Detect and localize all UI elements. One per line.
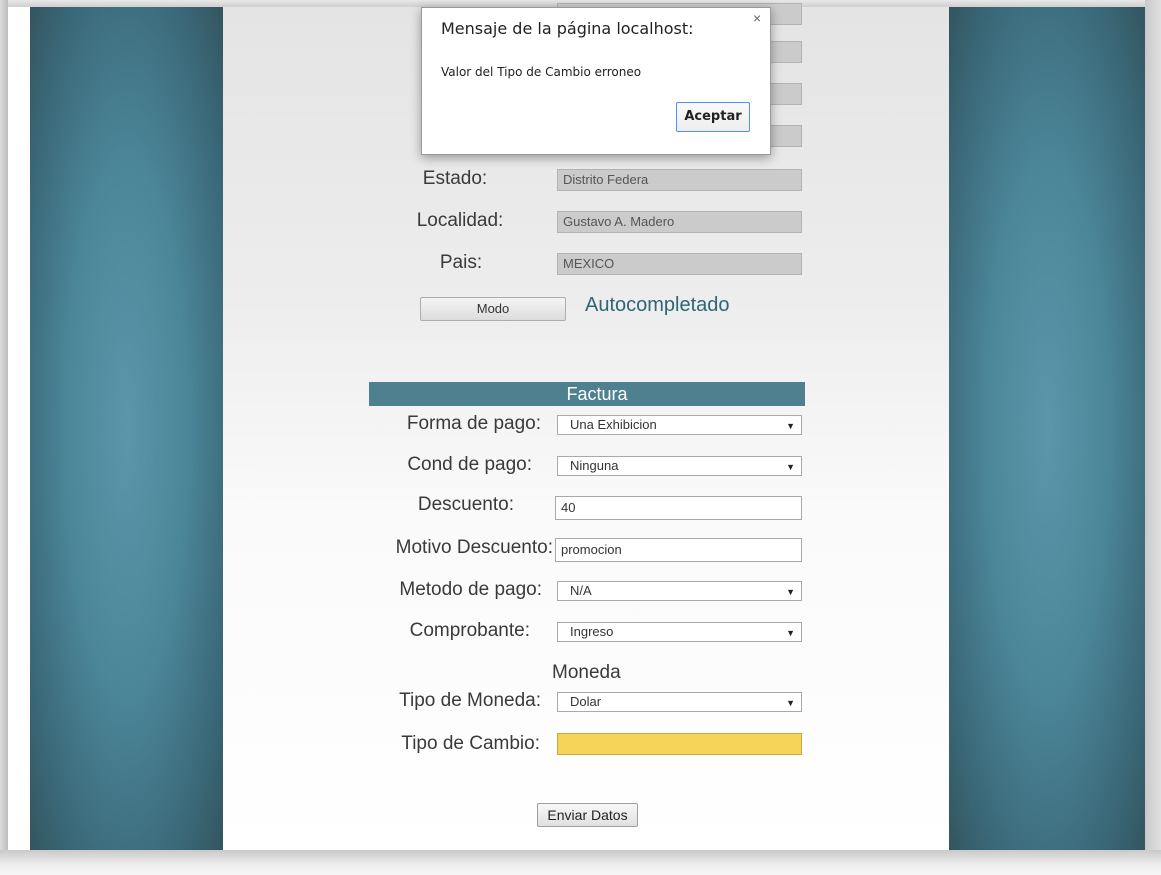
enviar-datos-button[interactable]: Enviar Datos — [537, 803, 638, 827]
motivo-descuento-input[interactable]: promocion — [555, 538, 802, 562]
browser-frame-right — [1145, 0, 1161, 860]
estado-label: Estado: — [422, 168, 488, 189]
tipo-moneda-label: Tipo de Moneda: — [399, 690, 541, 711]
descuento-input[interactable]: 40 — [555, 496, 802, 520]
chevron-down-icon: ▼ — [786, 587, 795, 597]
chevron-down-icon: ▼ — [786, 698, 795, 708]
forma-pago-select[interactable]: Una Exhibicion ▼ — [557, 415, 802, 435]
forma-pago-value: Una Exhibicion — [570, 417, 657, 432]
localidad-field[interactable]: Gustavo A. Madero — [557, 211, 802, 233]
tipo-moneda-value: Dolar — [570, 694, 602, 709]
tipo-cambio-input[interactable] — [557, 733, 802, 755]
chevron-down-icon: ▼ — [786, 462, 795, 472]
comprobante-label: Comprobante: — [409, 620, 530, 641]
chevron-down-icon: ▼ — [786, 628, 795, 638]
browser-frame-bottom — [0, 850, 1161, 875]
right-background-panel — [949, 7, 1145, 850]
descuento-label: Descuento: — [417, 494, 514, 515]
dialog-message: Valor del Tipo de Cambio erroneo — [441, 65, 642, 79]
comprobante-select[interactable]: Ingreso ▼ — [557, 622, 802, 642]
estado-field[interactable]: Distrito Federa — [557, 169, 802, 191]
modo-button[interactable]: Modo — [420, 297, 566, 321]
tipo-moneda-select[interactable]: Dolar ▼ — [557, 692, 802, 712]
factura-section-header: Factura — [369, 382, 805, 406]
mode-status-text: Autocompletado — [585, 294, 730, 316]
cond-pago-value: Ninguna — [570, 458, 619, 473]
comprobante-value: Ingreso — [570, 624, 614, 639]
pais-field[interactable]: MEXICO — [557, 253, 802, 275]
pais-label: Pais: — [439, 252, 483, 273]
chevron-down-icon: ▼ — [786, 421, 795, 431]
forma-pago-label: Forma de pago: — [406, 413, 541, 434]
localidad-label: Localidad: — [416, 210, 504, 231]
alert-dialog: Mensaje de la página localhost: × Valor … — [421, 7, 771, 155]
cond-pago-select[interactable]: Ninguna ▼ — [557, 456, 802, 476]
metodo-pago-value: N/A — [570, 583, 592, 598]
close-icon[interactable]: × — [753, 10, 761, 26]
dialog-title: Mensaje de la página localhost: — [441, 19, 694, 38]
metodo-pago-label: Metodo de pago: — [399, 579, 542, 600]
cond-pago-label: Cond de pago: — [407, 454, 532, 475]
metodo-pago-select[interactable]: N/A ▼ — [557, 581, 802, 601]
aceptar-button[interactable]: Aceptar — [676, 102, 750, 132]
browser-frame-left — [0, 0, 8, 860]
left-background-panel — [30, 7, 223, 850]
factura-title: Factura — [566, 384, 628, 404]
moneda-heading: Moneda — [552, 662, 621, 683]
motivo-descuento-label: Motivo Descuento: — [395, 537, 553, 558]
tipo-cambio-label: Tipo de Cambio: — [401, 733, 540, 754]
